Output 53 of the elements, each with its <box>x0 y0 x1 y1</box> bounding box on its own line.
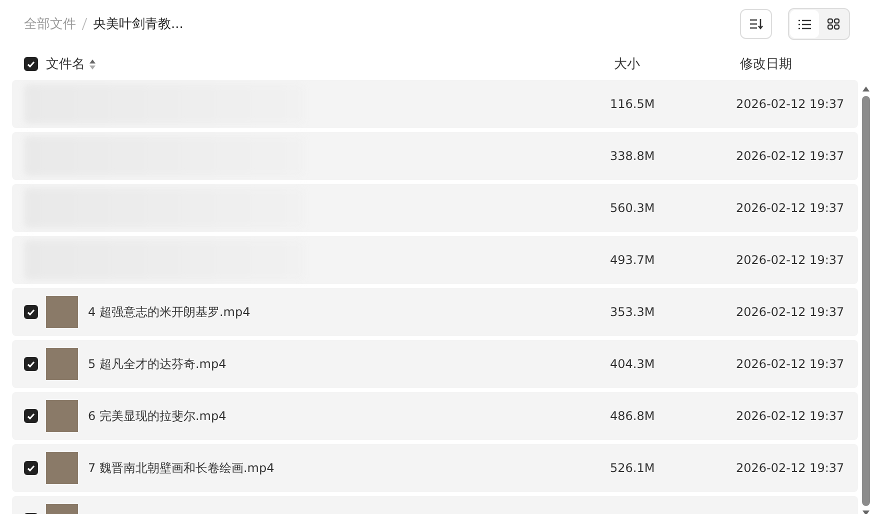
grid-icon <box>827 18 840 30</box>
file-row[interactable]: 5 超凡全才的达芬奇.mp4 404.3M 2026-02-12 19:37 <box>12 340 858 388</box>
row-checkbox[interactable] <box>24 409 38 423</box>
photo-placeholder <box>46 400 78 432</box>
photo-placeholder <box>46 452 78 484</box>
check-icon <box>27 464 35 472</box>
file-size: 526.1M <box>610 461 656 475</box>
file-size: 560.3M <box>610 201 656 215</box>
file-size: 338.8M <box>610 149 656 163</box>
sort-icon <box>749 18 763 30</box>
modified-date: 2026-02-12 19:37 <box>736 97 846 111</box>
file-row[interactable]: 4 超强意志的米开朗基罗.mp4 353.3M 2026-02-12 19:37 <box>12 288 858 336</box>
breadcrumb-item: 央美叶剑青教... <box>93 16 184 33</box>
file-row[interactable]: 116.5M 2026-02-12 19:37 <box>12 80 858 128</box>
file-size: 404.3M <box>610 357 656 371</box>
file-row[interactable]: 560.3M 2026-02-12 19:37 <box>12 184 858 232</box>
file-row[interactable]: 6 完美显现的拉斐尔.mp4 486.8M 2026-02-12 19:37 <box>12 392 858 440</box>
file-row[interactable]: 338.8M 2026-02-12 19:37 <box>12 132 858 180</box>
file-size: 486.8M <box>610 409 656 423</box>
check-icon <box>27 360 35 368</box>
check-icon <box>27 308 35 316</box>
modified-date: 2026-02-12 19:37 <box>736 409 846 423</box>
modified-date: 2026-02-12 19:37 <box>736 305 846 319</box>
modified-date: 2026-02-12 19:37 <box>736 357 846 371</box>
modified-date: 2026-02-12 19:37 <box>736 201 846 215</box>
photo-placeholder <box>46 348 78 380</box>
file-name: 4 超强意志的米开朗基罗.mp4 <box>88 304 250 320</box>
row-checkbox[interactable] <box>24 461 38 475</box>
file-row[interactable]: 7 魏晋南北朝壁画和长卷绘画.mp4 526.1M 2026-02-12 19:37 <box>12 444 858 492</box>
modified-date: 2026-02-12 19:37 <box>736 461 846 475</box>
row-checkbox[interactable] <box>24 357 38 371</box>
check-icon <box>27 60 35 68</box>
photo-placeholder <box>46 296 78 328</box>
column-header[interactable]: 文件名 <box>46 55 85 73</box>
sort-button[interactable] <box>740 9 772 39</box>
select-all-checkbox[interactable] <box>24 57 38 71</box>
check-icon <box>27 412 35 420</box>
column-header: 修改日期 <box>740 56 793 73</box>
file-size: 493.7M <box>610 253 656 267</box>
file-name: 6 完美显现的拉斐尔.mp4 <box>88 408 226 424</box>
scroll-up-icon[interactable] <box>862 86 870 92</box>
modified-date: 2026-02-12 19:37 <box>736 253 846 267</box>
list-view-button[interactable] <box>790 10 819 38</box>
sort-arrows-icon[interactable] <box>89 58 96 70</box>
column-header: 大小 <box>614 56 641 73</box>
file-size: 116.5M <box>610 97 656 111</box>
file-name: 5 超凡全才的达芬奇.mp4 <box>88 356 226 372</box>
file-name: 7 魏晋南北朝壁画和长卷绘画.mp4 <box>88 460 274 476</box>
modified-date: 2026-02-12 19:37 <box>736 149 846 163</box>
file-row[interactable]: 493.7M 2026-02-12 19:37 <box>12 236 858 284</box>
file-size: 353.3M <box>610 305 656 319</box>
row-checkbox[interactable] <box>24 305 38 319</box>
list-icon <box>798 18 811 30</box>
